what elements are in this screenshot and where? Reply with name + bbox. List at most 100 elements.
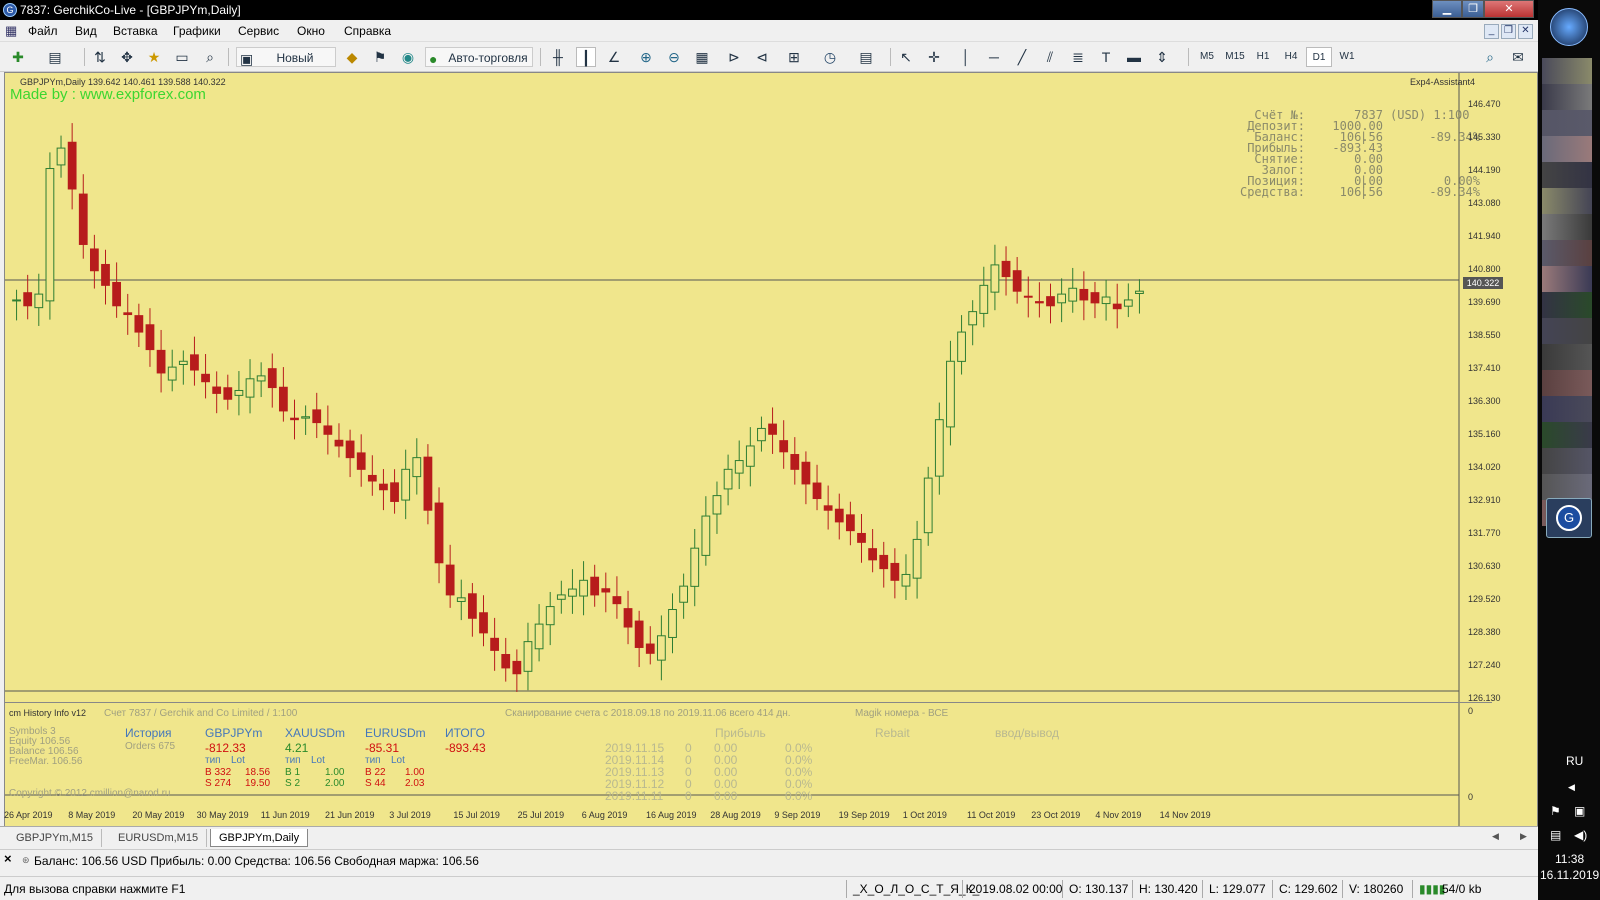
taskbar-tile[interactable] (1542, 474, 1592, 500)
clock-date[interactable]: 16.11.2019 (1540, 868, 1599, 882)
display-icon[interactable]: ▣ (1574, 804, 1585, 818)
menu-charts[interactable]: Графики (173, 24, 221, 38)
text-icon[interactable]: T (1096, 47, 1116, 67)
terminal-icon[interactable]: ▭ (172, 47, 192, 67)
taskbar-tile[interactable] (1542, 292, 1592, 318)
tab-gbpjpy-m15[interactable]: GBPJPYm,M15 (8, 829, 103, 847)
taskbar-tile[interactable] (1542, 84, 1592, 110)
tray-expand-icon[interactable]: ◀ (1568, 782, 1575, 793)
timeframe-w1[interactable]: W1 (1334, 47, 1360, 67)
candle-body (301, 416, 311, 419)
type-label: тип (205, 755, 221, 766)
close-button[interactable]: ✕ (1484, 0, 1534, 18)
mdi-restore-icon[interactable]: ❐ (1501, 24, 1516, 39)
taskbar-tile[interactable] (1542, 188, 1592, 214)
tab-scroll-right-icon[interactable]: ▶ (1520, 831, 1527, 842)
taskbar-tile[interactable] (1542, 344, 1592, 370)
taskbar-tile[interactable] (1542, 162, 1592, 188)
market-watch-icon[interactable]: ⇅ (90, 47, 110, 67)
signals-icon[interactable]: ⚑ (370, 47, 390, 67)
tab-scroll-left-icon[interactable]: ◀ (1492, 831, 1499, 842)
navigator-icon[interactable]: ★ (144, 47, 164, 67)
maximize-button[interactable]: ❐ (1462, 0, 1484, 18)
horizontal-line-icon[interactable]: ─ (984, 47, 1004, 67)
menu-window[interactable]: Окно (297, 24, 325, 38)
market-icon[interactable]: ◉ (398, 47, 418, 67)
taskbar-tile[interactable] (1542, 240, 1592, 266)
zoom-out-icon[interactable]: ⊖ (664, 47, 684, 67)
taskbar-tile[interactable] (1542, 266, 1592, 292)
timeframe-h1[interactable]: H1 (1250, 47, 1276, 67)
taskbar-tile[interactable] (1542, 110, 1592, 136)
autoscroll-icon[interactable]: ⊲ (752, 47, 772, 67)
taskbar-tile[interactable] (1542, 396, 1592, 422)
bar-close: C: 129.602 (1272, 880, 1338, 898)
taskbar-tile[interactable] (1542, 370, 1592, 396)
history-account-line: Счет 7837 / Gerchik and Co Limited / 1:1… (104, 708, 298, 719)
bar-open: O: 130.137 (1062, 880, 1128, 898)
start-button[interactable] (1550, 8, 1588, 46)
zoom-in-icon[interactable]: ⊕ (636, 47, 656, 67)
minimize-button[interactable]: ▁ (1432, 0, 1462, 18)
menu-help[interactable]: Справка (344, 24, 391, 38)
cursor-icon[interactable]: ↖ (896, 47, 916, 67)
menu-file[interactable]: Файл (28, 24, 58, 38)
crosshair-icon[interactable]: ✛ (924, 47, 944, 67)
auto-trading-button[interactable]: ● Авто-торговля (425, 47, 533, 67)
volume-icon[interactable]: ◀) (1574, 828, 1587, 842)
io-header: ввод/вывод (995, 726, 1060, 740)
tab-gbpjpy-daily[interactable]: GBPJPYm,Daily (210, 829, 309, 847)
timeframe-d1[interactable]: D1 (1306, 47, 1332, 67)
candle-body (934, 419, 944, 477)
new-order-button[interactable]: ▣Новый ордер (236, 47, 336, 85)
timeframe-m15[interactable]: M15 (1222, 47, 1248, 67)
candle-body (334, 439, 344, 447)
terminal-close-icon[interactable]: × (4, 851, 12, 866)
templates-icon[interactable]: ▤ (856, 47, 876, 67)
meta-editor-icon[interactable]: ◆ (342, 47, 362, 67)
bar-volume: V: 180260 (1342, 880, 1403, 898)
trendline-icon[interactable]: ╱ (1012, 47, 1032, 67)
timeframe-h4[interactable]: H4 (1278, 47, 1304, 67)
arrows-icon[interactable]: ⇕ (1152, 47, 1172, 67)
clock-time[interactable]: 11:38 (1555, 852, 1584, 866)
data-window-icon[interactable]: ✥ (117, 47, 137, 67)
timeframe-m5[interactable]: M5 (1194, 47, 1220, 67)
new-chart-icon[interactable]: ✚ (8, 47, 28, 67)
menu-view[interactable]: Вид (75, 24, 97, 38)
search-icon[interactable]: ⌕ (1480, 47, 1500, 67)
strategy-tester-icon[interactable]: ⌕ (200, 47, 220, 67)
document-icon[interactable]: ▦ (5, 23, 17, 39)
chat-icon[interactable]: ✉ (1508, 47, 1528, 67)
sell-lot: 2.00 (325, 778, 345, 789)
tile-windows-icon[interactable]: ▦ (692, 47, 712, 67)
mdi-minimize-icon[interactable]: _ (1484, 24, 1499, 39)
profiles-icon[interactable]: ▤ (45, 47, 65, 67)
mdi-close-icon[interactable]: ✕ (1518, 24, 1533, 39)
taskbar-tile[interactable] (1542, 422, 1592, 448)
network-icon[interactable]: ▤ (1550, 828, 1561, 842)
tab-eurusd-m15[interactable]: EURUSDm,M15 (110, 829, 208, 847)
bar-chart-icon[interactable]: ╫ (548, 47, 568, 67)
fibonacci-icon[interactable]: ≣ (1068, 47, 1088, 67)
price-label: 144.190 (1468, 165, 1501, 175)
language-indicator[interactable]: RU (1566, 754, 1583, 768)
indicators-icon[interactable]: ⊞ (784, 47, 804, 67)
taskbar-tile[interactable] (1542, 136, 1592, 162)
menu-insert[interactable]: Вставка (113, 24, 158, 38)
taskbar-tile[interactable] (1542, 58, 1592, 84)
periods-icon[interactable]: ◷ (820, 47, 840, 67)
metatrader-taskbar-button[interactable]: G (1546, 498, 1592, 538)
taskbar-tile[interactable] (1542, 214, 1592, 240)
price-label: 134.020 (1468, 462, 1501, 472)
menu-tools[interactable]: Сервис (238, 24, 279, 38)
action-center-icon[interactable]: ⚑ (1550, 804, 1561, 818)
taskbar-tile[interactable] (1542, 448, 1592, 474)
taskbar-tile[interactable] (1542, 318, 1592, 344)
chart-shift-icon[interactable]: ⊳ (724, 47, 744, 67)
candlestick-icon[interactable]: ┃ (576, 47, 596, 67)
equidistant-channel-icon[interactable]: ⫽ (1040, 47, 1060, 67)
line-chart-icon[interactable]: ∠ (604, 47, 624, 67)
text-label-icon[interactable]: ▬ (1124, 47, 1144, 67)
vertical-line-icon[interactable]: │ (956, 47, 976, 67)
